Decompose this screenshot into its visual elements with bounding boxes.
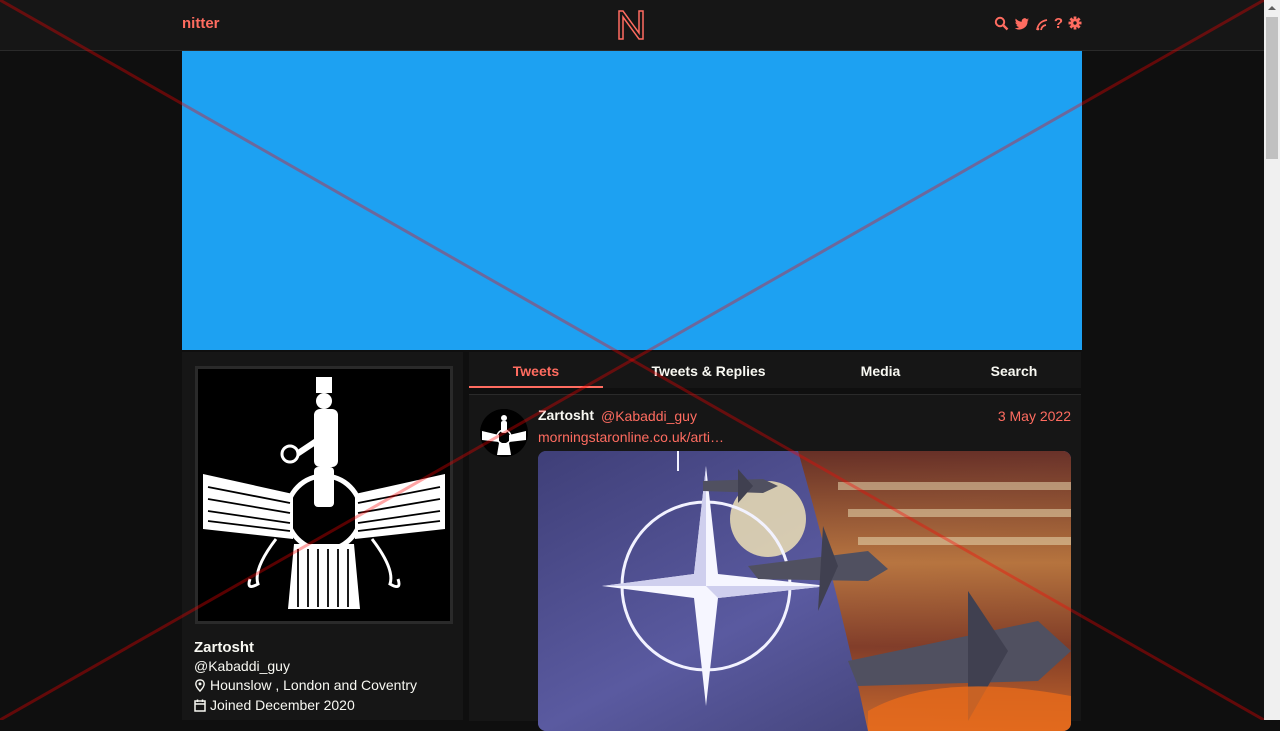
timeline-tabs: Tweets Tweets & Replies Media Search <box>469 352 1081 388</box>
tweet-link[interactable]: morningstaronline.co.uk/arti… <box>538 429 724 445</box>
tab-search[interactable]: Search <box>947 352 1081 388</box>
calendar-icon <box>194 699 206 712</box>
profile-card: Zartosht @Kabaddi_guy Hounslow , London … <box>182 352 463 720</box>
bird-icon[interactable] <box>1014 15 1030 33</box>
tweet-image[interactable] <box>538 451 1071 731</box>
tab-tweets-replies[interactable]: Tweets & Replies <box>603 352 814 388</box>
tweet-avatar[interactable] <box>480 409 528 457</box>
profile-banner[interactable] <box>182 51 1082 350</box>
search-icon[interactable] <box>994 15 1009 33</box>
location-text: Hounslow , London and Coventry <box>210 677 418 693</box>
tweet-date[interactable]: 3 May 2022 <box>998 408 1071 424</box>
brand-link[interactable]: nitter <box>182 15 220 32</box>
nitter-logo-icon[interactable] <box>617 9 645 41</box>
page-scrollbar[interactable] <box>1264 0 1280 720</box>
profile-avatar[interactable] <box>195 366 453 624</box>
nav-icons: ? <box>994 15 1082 33</box>
tweet-username[interactable]: @Kabaddi_guy <box>601 408 697 424</box>
scroll-up-arrow-icon[interactable] <box>1264 0 1280 16</box>
profile-joined: Joined December 2020 <box>194 697 355 713</box>
tab-tweets[interactable]: Tweets <box>469 352 603 388</box>
profile-fullname[interactable]: Zartosht <box>194 639 254 656</box>
tab-media[interactable]: Media <box>814 352 947 388</box>
location-pin-icon <box>195 678 205 692</box>
help-icon[interactable]: ? <box>1054 15 1063 33</box>
joined-text: Joined December 2020 <box>210 697 355 713</box>
tweet-card[interactable]: Zartosht @Kabaddi_guy 3 May 2022 morning… <box>469 394 1081 731</box>
timeline: Tweets Tweets & Replies Media Search Zar… <box>469 352 1081 731</box>
navbar: nitter ? <box>0 0 1264 51</box>
profile-location: Hounslow , London and Coventry <box>194 677 417 693</box>
scroll-thumb[interactable] <box>1266 17 1278 159</box>
tweet-fullname[interactable]: Zartosht <box>538 407 594 423</box>
profile-username[interactable]: @Kabaddi_guy <box>194 658 290 674</box>
rss-icon[interactable] <box>1035 15 1049 33</box>
gear-icon[interactable] <box>1068 15 1082 33</box>
